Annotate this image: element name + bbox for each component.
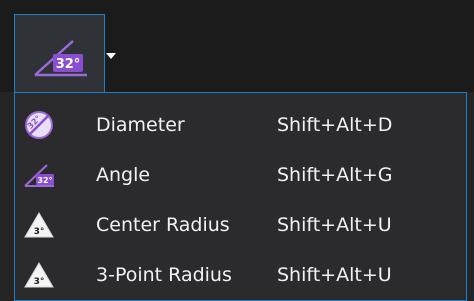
menu-item-shortcut: Shift+Alt+U (277, 214, 392, 236)
three-point-radius-icon-text: 3° (34, 277, 45, 287)
center-radius-icon: 3° (24, 212, 54, 238)
menu-item-label: Angle (96, 164, 151, 186)
menu-item-label: Center Radius (96, 214, 230, 236)
angle-icon-text: 32° (37, 176, 52, 185)
menu-item-label: Diameter (96, 114, 185, 136)
dimension-menu: 32° Diameter Shift+Alt+D 32° Angle Shift… (14, 92, 467, 301)
dimension-dropdown-button[interactable]: 32° (14, 14, 116, 92)
menu-item-center-radius[interactable]: 3° Center Radius Shift+Alt+U (15, 200, 466, 250)
menu-item-shortcut: Shift+Alt+U (277, 264, 392, 286)
menu-item-diameter[interactable]: 32° Diameter Shift+Alt+D (15, 100, 466, 150)
diameter-icon: 32° (25, 111, 53, 139)
menu-item-angle[interactable]: 32° Angle Shift+Alt+G (15, 150, 466, 200)
chevron-down-icon[interactable] (106, 53, 116, 59)
toolbar: 32° (0, 0, 474, 92)
menu-item-3-point-radius[interactable]: 3° 3-Point Radius Shift+Alt+U (15, 250, 466, 300)
menu-item-shortcut: Shift+Alt+D (277, 114, 393, 136)
menu-item-label: 3-Point Radius (96, 264, 232, 286)
angle-dimension-icon-text: 32° (56, 57, 81, 72)
center-radius-icon-text: 3° (34, 227, 45, 237)
three-point-radius-icon: 3° (24, 262, 54, 288)
menu-item-shortcut: Shift+Alt+G (277, 164, 393, 186)
angle-dimension-icon: 32° (34, 40, 87, 77)
angle-icon: 32° (24, 164, 54, 187)
